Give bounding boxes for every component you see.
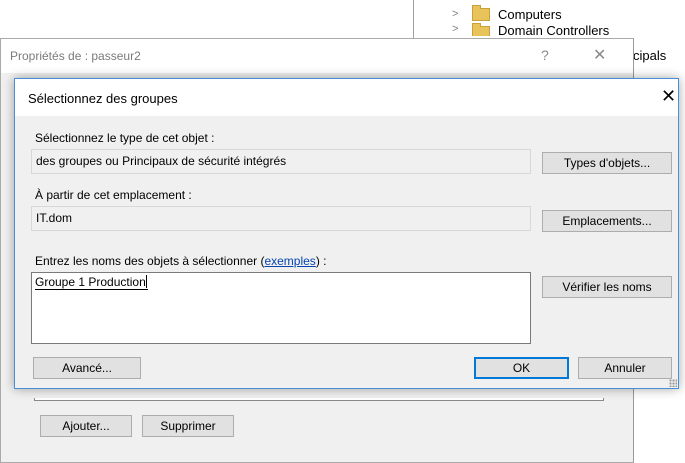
location-field: IT.dom: [31, 206, 531, 231]
object-names-value: Groupe 1 Production: [35, 275, 148, 290]
properties-titlebar: Propriétés de : passeur2 ? ✕: [1, 39, 633, 73]
help-icon[interactable]: ?: [541, 47, 549, 63]
names-label-suffix: ) :: [315, 254, 327, 268]
dialog-title: Sélectionnez des groupes: [28, 91, 178, 106]
text-caret: [145, 275, 147, 288]
tree-item-computers[interactable]: > Computers: [452, 4, 562, 23]
object-names-input[interactable]: Groupe 1 Production: [31, 272, 531, 344]
members-listbox[interactable]: [34, 398, 604, 401]
location-value: IT.dom: [36, 211, 73, 225]
ok-button[interactable]: OK: [474, 357, 569, 379]
names-label-text: Entrez les noms des objets à sélectionne…: [35, 254, 265, 268]
object-type-field: des groupes ou Principaux de sécurité in…: [31, 149, 531, 174]
check-names-button[interactable]: Vérifier les noms: [542, 276, 672, 298]
typed-text: Groupe 1 Production: [35, 275, 146, 289]
advanced-button[interactable]: Avancé...: [33, 357, 141, 379]
tree-partial-text: cipals: [633, 48, 667, 63]
select-groups-dialog: Sélectionnez des groupes ✕ Sélectionnez …: [14, 78, 679, 389]
folder-icon: [472, 4, 490, 21]
add-button[interactable]: Ajouter...: [40, 415, 132, 437]
folder-icon: [472, 23, 490, 36]
close-icon[interactable]: ✕: [593, 45, 606, 65]
tree-item-label: Domain Controllers: [498, 23, 610, 36]
properties-title: Propriétés de : passeur2: [10, 49, 141, 63]
examples-link[interactable]: exemples: [264, 254, 315, 268]
tree-item-label: Computers: [498, 6, 562, 22]
object-types-button[interactable]: Types d'objets...: [542, 152, 672, 174]
chevron-right-icon[interactable]: >: [452, 8, 462, 20]
tree-divider: [413, 0, 414, 40]
cancel-button[interactable]: Annuler: [578, 357, 672, 379]
location-label: À partir de cet emplacement :: [35, 188, 192, 202]
locations-button[interactable]: Emplacements...: [542, 210, 672, 232]
dialog-titlebar: Sélectionnez des groupes ✕: [15, 79, 678, 116]
tree-item-domain-controllers[interactable]: > Domain Controllers: [452, 23, 609, 36]
names-label: Entrez les noms des objets à sélectionne…: [35, 254, 326, 268]
resize-grip-icon[interactable]: [669, 379, 677, 387]
object-type-value: des groupes ou Principaux de sécurité in…: [36, 154, 287, 168]
remove-button[interactable]: Supprimer: [142, 415, 234, 437]
chevron-right-icon[interactable]: >: [452, 23, 462, 35]
object-type-label: Sélectionnez le type de cet objet :: [35, 131, 215, 145]
close-icon[interactable]: ✕: [661, 86, 676, 107]
